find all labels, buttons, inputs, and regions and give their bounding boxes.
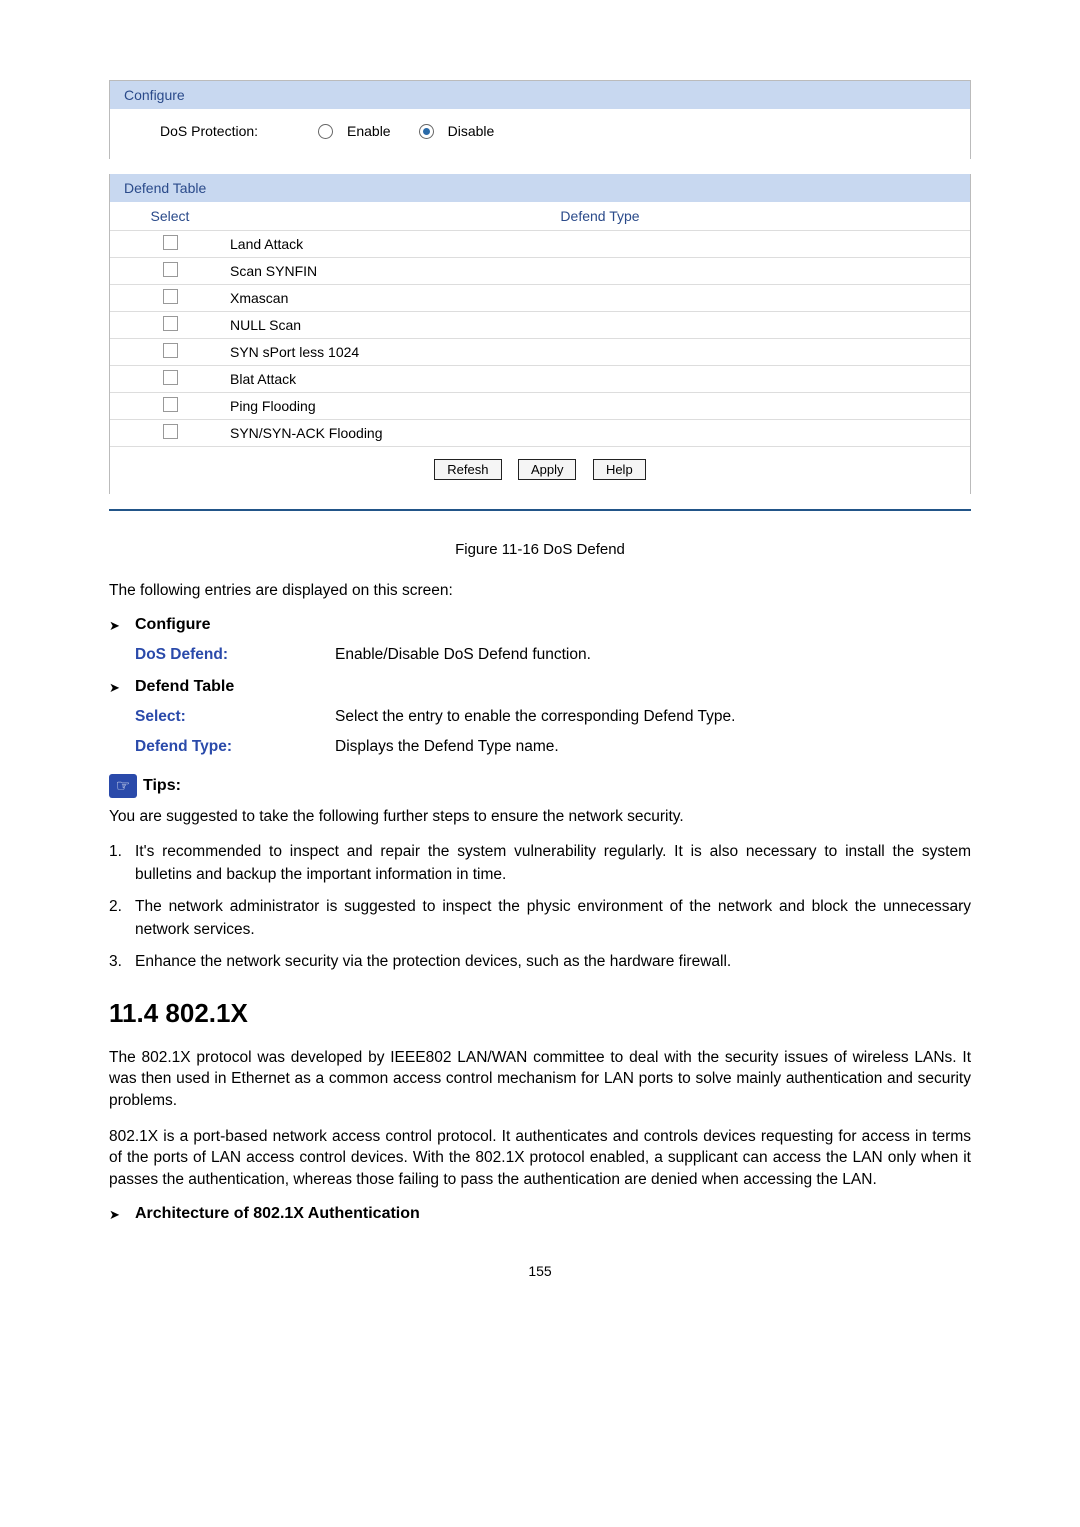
arch-title: Architecture of 802.1X Authentication <box>135 1205 420 1223</box>
radio-disable-label: Disable <box>448 123 495 139</box>
arch-heading: ➤ Architecture of 802.1X Authentication <box>109 1205 971 1223</box>
dos-defend-entry: DoS Defend: Enable/Disable DoS Defend fu… <box>135 646 971 664</box>
tips-label: Tips: <box>143 777 181 795</box>
defend-row: Scan SYNFIN <box>110 257 970 284</box>
checkbox[interactable] <box>163 370 178 385</box>
defend-table-panel: Defend Table Select Defend Type Land Att… <box>109 174 971 494</box>
section-8021x-title: 11.4 802.1X <box>109 998 971 1029</box>
radio-enable-label: Enable <box>347 123 391 139</box>
defend-row: Land Attack <box>110 230 970 257</box>
col-select-header: Select <box>110 202 230 230</box>
dos-defend-term: DoS Defend: <box>135 646 335 664</box>
defend-table-header: Defend Table <box>110 174 970 202</box>
8021x-para2: 802.1X is a port-based network access co… <box>109 1126 971 1191</box>
defend-row: SYN/SYN-ACK Flooding <box>110 419 970 446</box>
defend-row: Blat Attack <box>110 365 970 392</box>
defend-type-cell: Ping Flooding <box>230 394 970 418</box>
defend-section-heading: ➤ Defend Table <box>109 678 971 696</box>
defend-row: NULL Scan <box>110 311 970 338</box>
tips-list: 1.It's recommended to inspect and repair… <box>109 841 971 973</box>
select-entry: Select: Select the entry to enable the c… <box>135 708 971 726</box>
arrow-icon: ➤ <box>109 1205 135 1223</box>
configure-header: Configure <box>110 81 970 109</box>
intro-text: The following entries are displayed on t… <box>109 580 971 602</box>
dos-defend-def: Enable/Disable DoS Defend function. <box>335 646 971 664</box>
defend-type-cell: SYN/SYN-ACK Flooding <box>230 421 970 445</box>
checkbox[interactable] <box>163 424 178 439</box>
tips-intro: You are suggested to take the following … <box>109 806 971 828</box>
tips-heading: ☞ Tips: <box>109 774 971 798</box>
select-def: Select the entry to enable the correspon… <box>335 708 971 726</box>
defend-type-cell: Blat Attack <box>230 367 970 391</box>
dos-protection-row: DoS Protection: Enable Disable <box>160 123 950 139</box>
panel-bottom-rule <box>109 509 971 511</box>
defend-table-cols: Select Defend Type <box>110 202 970 230</box>
apply-button[interactable]: Apply <box>518 459 577 480</box>
defend-row: SYN sPort less 1024 <box>110 338 970 365</box>
arrow-icon: ➤ <box>109 678 135 696</box>
checkbox[interactable] <box>163 397 178 412</box>
defend-type-cell: NULL Scan <box>230 313 970 337</box>
configure-panel: Configure DoS Protection: Enable Disable <box>109 80 971 159</box>
configure-section-heading: ➤ Configure <box>109 616 971 634</box>
checkbox[interactable] <box>163 316 178 331</box>
dos-protection-label: DoS Protection: <box>160 123 290 139</box>
col-type-header: Defend Type <box>230 202 970 230</box>
tips-item: 3.Enhance the network security via the p… <box>109 951 971 973</box>
tips-item: 1.It's recommended to inspect and repair… <box>109 841 971 886</box>
checkbox[interactable] <box>163 262 178 277</box>
hand-point-icon: ☞ <box>109 774 137 798</box>
refresh-button[interactable]: Refesh <box>434 459 501 480</box>
defend-row: Ping Flooding <box>110 392 970 419</box>
radio-disable[interactable] <box>419 124 434 139</box>
button-row: Refesh Apply Help <box>110 446 970 494</box>
tips-item: 2.The network administrator is suggested… <box>109 896 971 941</box>
defend-type-term: Defend Type: <box>135 738 335 756</box>
checkbox[interactable] <box>163 289 178 304</box>
defend-row: Xmascan <box>110 284 970 311</box>
defend-type-cell: Scan SYNFIN <box>230 259 970 283</box>
defend-type-def: Displays the Defend Type name. <box>335 738 971 756</box>
defend-type-entry: Defend Type: Displays the Defend Type na… <box>135 738 971 756</box>
defend-section-title: Defend Table <box>135 678 234 696</box>
8021x-para1: The 802.1X protocol was developed by IEE… <box>109 1047 971 1112</box>
defend-type-cell: SYN sPort less 1024 <box>230 340 970 364</box>
page-number: 155 <box>109 1263 971 1279</box>
defend-type-cell: Xmascan <box>230 286 970 310</box>
arrow-icon: ➤ <box>109 616 135 634</box>
configure-section-title: Configure <box>135 616 211 634</box>
select-term: Select: <box>135 708 335 726</box>
defend-type-cell: Land Attack <box>230 232 970 256</box>
radio-enable[interactable] <box>318 124 333 139</box>
figure-caption: Figure 11-16 DoS Defend <box>109 541 971 558</box>
checkbox[interactable] <box>163 343 178 358</box>
help-button[interactable]: Help <box>593 459 646 480</box>
checkbox[interactable] <box>163 235 178 250</box>
